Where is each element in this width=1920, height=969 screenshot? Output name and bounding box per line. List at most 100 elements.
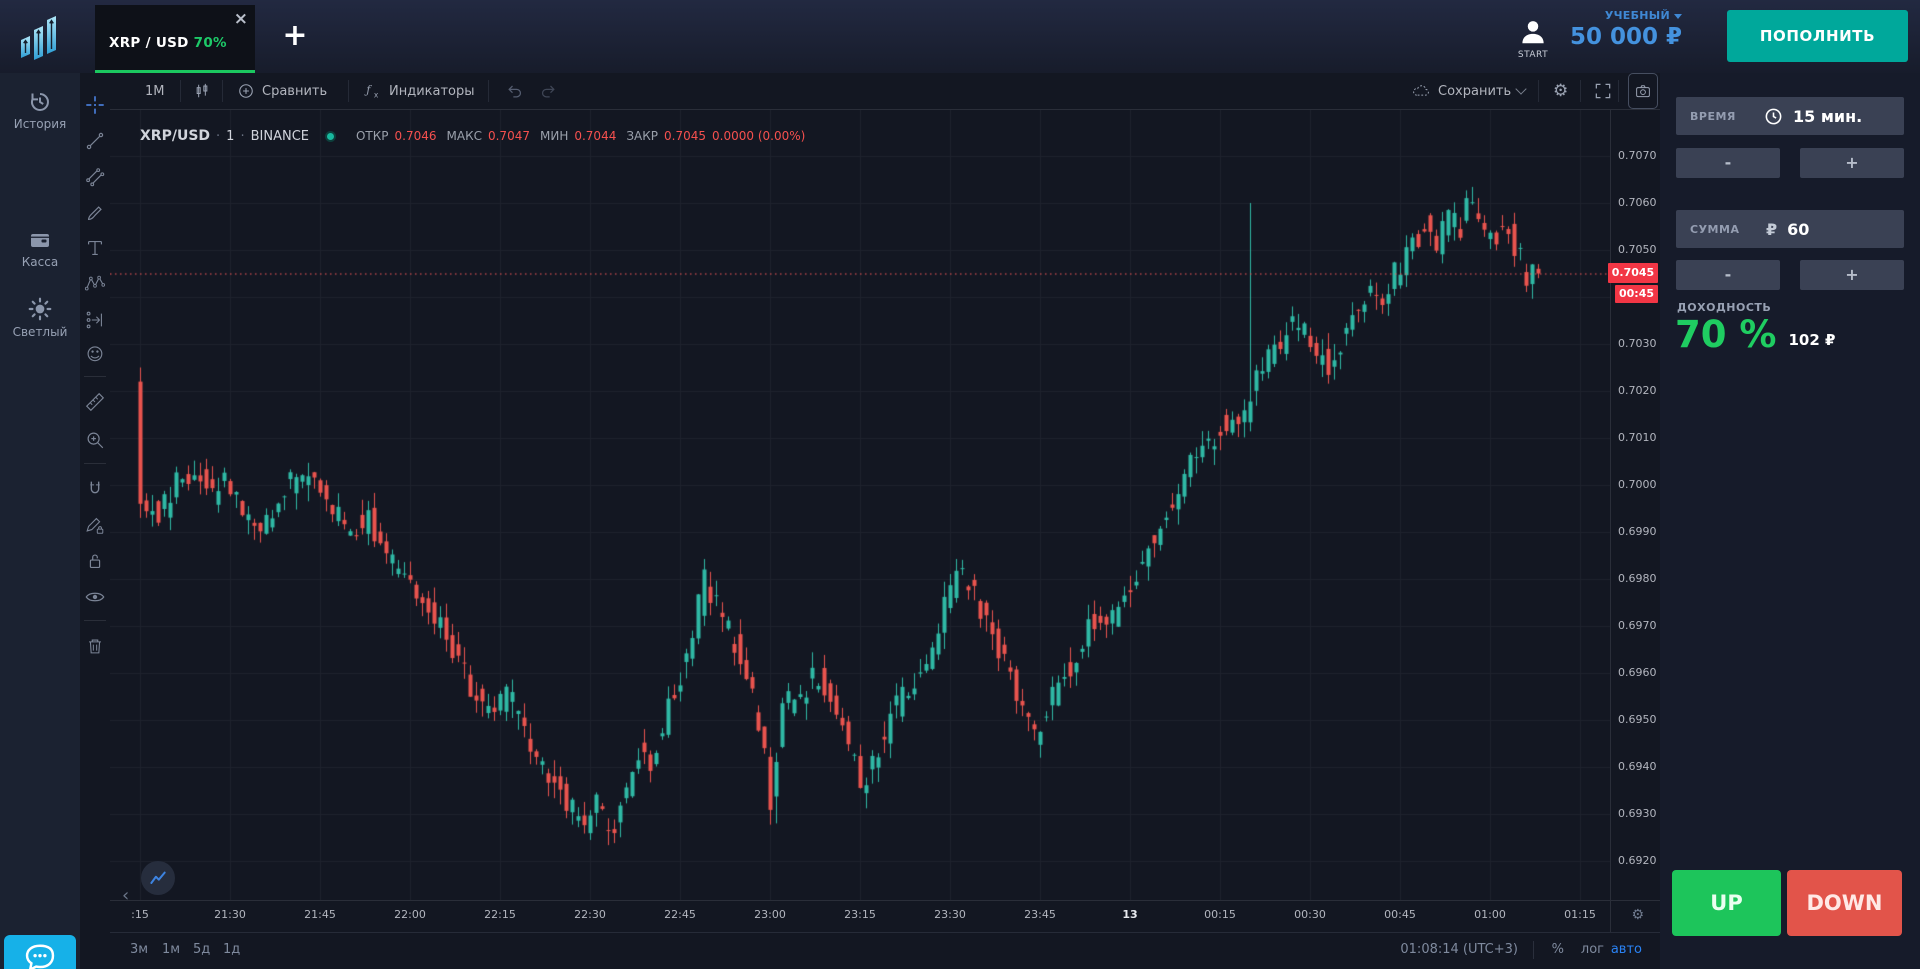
undo-button[interactable] [505,73,525,109]
price-tick: 0.6970 [1618,619,1657,632]
time-increase-button[interactable]: + [1800,148,1904,178]
market-status-icon [325,131,336,142]
time-tick: 23:00 [754,908,786,921]
crosshair-tool-icon[interactable] [84,94,106,116]
app-logo[interactable] [18,14,60,62]
fib-tool-icon[interactable] [84,166,106,188]
draw-mode-tool-icon[interactable] [84,514,106,536]
trade-up-button[interactable]: UP [1672,870,1781,936]
time-tick: :15 [131,908,149,921]
sidebar-item-history[interactable]: История [0,90,80,131]
sidebar-item-label: Касса [0,255,80,269]
forecast-tool-icon[interactable] [84,309,106,331]
range-1m-button[interactable]: 1м [162,942,180,957]
screenshot-button[interactable] [1628,73,1658,109]
legend-symbol[interactable]: XRP/USD [140,128,210,144]
zoom-in-tool-icon[interactable] [84,429,106,451]
fullscreen-button[interactable] [1593,73,1613,109]
indicators-label: Индикаторы [389,84,475,99]
price-tick: 0.7050 [1618,243,1657,256]
range-1d-button[interactable]: 1д [223,942,240,957]
chart-settings-button[interactable]: ⚙ [1553,73,1568,109]
magnet-tool-icon[interactable] [84,478,106,500]
price-tick: 0.7030 [1618,337,1657,350]
time-tick: 22:30 [574,908,606,921]
emoji-tool-icon[interactable]: ☺ [84,344,106,366]
percent-scale-button[interactable]: % [1552,942,1564,957]
compare-label: Сравнить [262,84,327,99]
amount-increase-button[interactable]: + [1800,260,1904,290]
price-tick: 0.6940 [1618,760,1657,773]
open-label: ОТКР [356,129,389,143]
compare-button[interactable]: Сравнить [236,73,327,109]
close-label: ЗАКР [626,129,658,143]
legend-separator: · [240,129,244,144]
time-tick: 23:15 [844,908,876,921]
chevron-down-icon [1515,83,1526,94]
ruler-tool-icon[interactable] [84,391,106,413]
low-label: МИН [540,129,568,143]
time-tick: 01:00 [1474,908,1506,921]
time-input[interactable]: ВРЕМЯ 15 мин. [1676,97,1904,135]
payout-value: 102 ₽ [1788,331,1835,349]
toolbar-separator [180,80,181,102]
auto-scale-button[interactable]: авто [1611,942,1642,957]
close-icon[interactable]: × [234,11,248,28]
sidebar-item-cashier[interactable]: Касса [0,228,80,269]
price-axis[interactable]: 0.70700.70600.70500.70400.70300.70200.70… [1611,110,1660,900]
time-tick: 22:00 [394,908,426,921]
toolbar-separator [84,463,106,464]
toolbar-separator [222,80,223,102]
candlestick-chart[interactable] [110,110,1610,900]
deposit-button[interactable]: ПОПОЛНИТЬ [1727,10,1908,62]
user-icon [1518,16,1548,48]
save-layout-button[interactable]: Сохранить [1410,73,1525,109]
sun-icon [27,296,53,322]
asset-tab-xrp-usd[interactable]: XRP / USD70% × [95,5,255,73]
ruble-icon: ₽ [1766,220,1777,239]
chart-legend: XRP/USD · 1 · BINANCE ОТКР0.7046 МАКС0.7… [140,126,805,146]
compare-plus-icon [236,81,256,101]
trend-line-tool-icon[interactable] [84,130,106,152]
svg-text:ƒ: ƒ [364,84,372,97]
lock-tool-icon[interactable] [84,550,106,572]
range-3m-button[interactable]: 3м [130,942,148,957]
payout-percent: 70 % [1675,316,1776,353]
amount-input[interactable]: СУММА ₽ 60 [1676,210,1904,248]
clock-utc[interactable]: 01:08:14 (UTC+3) [1400,942,1518,957]
xabcd-pattern-tool-icon[interactable] [84,273,106,295]
collapse-toolbar-chevron[interactable]: ‹ [122,885,129,906]
time-tick: 13 [1122,908,1137,921]
chart-type-button[interactable] [192,73,212,109]
toolbar-separator [1618,80,1619,102]
amount-decrease-button[interactable]: - [1676,260,1780,290]
time-tick: 00:45 [1384,908,1416,921]
indicators-button[interactable]: ƒ x Индикаторы [363,73,475,109]
text-tool-icon[interactable] [84,237,106,259]
cloud-icon [1410,81,1432,101]
help-button[interactable]: помощь [4,935,76,969]
change-value: 0.0000 (0.00%) [712,129,805,143]
account-balance-block[interactable]: УЧЕБНЫЙ 50 000 ₽ [1560,9,1682,50]
time-decrease-button[interactable]: - [1676,148,1780,178]
sidebar-item-theme[interactable]: Светлый [0,296,80,339]
price-tick: 0.6990 [1618,525,1657,538]
trash-tool-icon[interactable] [84,635,106,657]
eye-tool-icon[interactable] [84,586,106,608]
account-start-button[interactable]: START [1508,16,1558,60]
interval-button[interactable]: 1M [145,73,165,109]
clock-icon [1764,107,1783,126]
provider-watermark[interactable] [141,861,175,895]
redo-button[interactable] [538,73,558,109]
trade-panel: ВРЕМЯ 15 мин. - + СУММА ₽ 60 - + ДОХОДНО… [1660,73,1920,969]
log-scale-button[interactable]: лог [1581,942,1604,957]
time-axis[interactable]: ⚙ :1521:3021:4522:0022:1522:3022:4523:00… [110,900,1660,932]
brush-tool-icon[interactable] [84,202,106,224]
account-balance: 50 000 ₽ [1560,24,1682,50]
range-5d-button[interactable]: 5д [193,942,210,957]
fullscreen-icon [1593,81,1613,101]
trade-down-button[interactable]: DOWN [1787,870,1902,936]
sidebar-item-label: Светлый [0,325,80,339]
add-tab-button[interactable]: + [280,22,310,52]
axis-settings-gear-icon[interactable]: ⚙ [1631,907,1644,923]
